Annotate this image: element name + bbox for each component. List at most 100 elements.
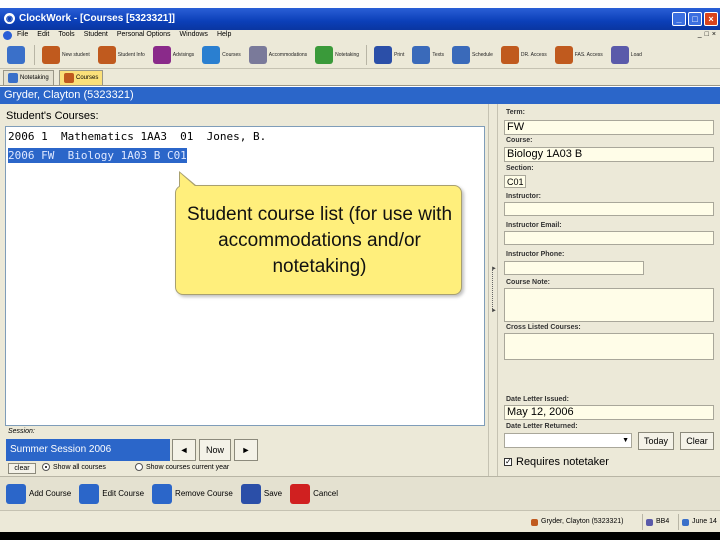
session-label: Session: <box>8 428 35 435</box>
clockwork-app-icon[interactable]: ◉ <box>4 13 15 24</box>
clear-date-button[interactable]: Clear <box>680 432 714 450</box>
chevron-down-icon[interactable]: ▼ <box>622 434 629 447</box>
date-returned-label: Date Letter Returned: <box>506 423 578 430</box>
section-field[interactable]: C01 <box>504 175 526 188</box>
requires-notetaker-checkbox[interactable]: ✓ Requires notetaker <box>504 456 609 468</box>
course-note-label: Course Note: <box>506 279 550 286</box>
status-date-text: June 14 <box>692 518 717 525</box>
toolbar-button-fas-access[interactable]: FAS. Access <box>552 43 606 67</box>
panel-splitter[interactable]: ► ► <box>488 104 498 476</box>
instructor-field[interactable] <box>504 202 714 216</box>
texts-icon <box>412 45 431 64</box>
status-code: BB4 <box>642 514 669 530</box>
toolbar-button-accommodations[interactable]: Accommodations <box>246 43 310 67</box>
toolbar-button-load[interactable]: Load <box>608 43 645 67</box>
course-field[interactable]: Biology 1A03 B <box>504 147 714 162</box>
date-issued-label: Date Letter Issued: <box>506 396 570 403</box>
menu-edit[interactable]: Edit <box>37 31 49 38</box>
save-button[interactable]: Save <box>240 483 282 504</box>
term-label: Term: <box>506 109 525 116</box>
instructor-email-label: Instructor Email: <box>506 222 562 229</box>
mdi-restore-button[interactable]: □ <box>705 31 709 38</box>
toolbar-button-label: Texts <box>432 51 445 58</box>
date-issued-field[interactable]: May 12, 2006 <box>504 405 714 420</box>
status-code-text: BB4 <box>656 518 670 525</box>
instructor-label: Instructor: <box>506 193 541 200</box>
menu-help[interactable]: Help <box>217 31 231 38</box>
toolbar-button-label: Advisings <box>172 51 195 58</box>
show-current-year-radio[interactable]: Show courses current year <box>135 463 229 471</box>
close-button[interactable]: × <box>704 12 718 26</box>
advisings-icon <box>152 45 171 64</box>
term-field[interactable]: FW <box>504 120 714 135</box>
radio-selected-icon <box>42 463 50 471</box>
action-bar: Add Course Edit Course Remove Course Save Ca… <box>0 476 720 510</box>
toolbar-button-label: FAS. Access <box>574 51 603 58</box>
toolbar-button-print[interactable]: Print <box>371 43 407 67</box>
courses-icon <box>64 73 74 83</box>
toolbar-button-advisings[interactable]: Advisings <box>150 43 197 67</box>
menu-personal-options[interactable]: Personal Options <box>117 31 171 38</box>
status-bar: Gryder, Clayton (5323321) BB4 June 14 <box>0 510 720 532</box>
edit-course-icon <box>79 483 100 504</box>
toolbar-button-label: Accommodations <box>268 51 308 58</box>
course-row[interactable]: 2006 1 Mathematics 1AA3 01 Jones, B. <box>8 129 266 144</box>
clear-filter-button[interactable]: clear <box>8 463 36 474</box>
minimize-button[interactable]: _ <box>672 12 686 26</box>
cancel-button[interactable]: Cancel <box>290 483 338 504</box>
menu-windows[interactable]: Windows <box>180 31 208 38</box>
menu-file[interactable]: File <box>17 31 28 38</box>
date-returned-dropdown[interactable]: ▼ <box>504 433 632 448</box>
load-icon <box>610 45 629 64</box>
splitter-grip[interactable] <box>492 269 495 309</box>
maximize-button[interactable]: □ <box>688 12 702 26</box>
add-course-icon <box>6 483 26 504</box>
menu-student[interactable]: Student <box>84 31 108 38</box>
toolbar-button-label: Print <box>394 51 405 58</box>
add-course-button[interactable]: Add Course <box>6 483 71 504</box>
toolbar-button-courses[interactable]: Courses <box>199 43 244 67</box>
edit-course-label: Edit Course <box>102 489 145 498</box>
toolbar-button-dr-access[interactable]: DR. Access <box>498 43 550 67</box>
notetaking-icon <box>315 45 334 64</box>
menu-tools[interactable]: Tools <box>58 31 74 38</box>
mdi-close-button[interactable]: × <box>712 31 716 38</box>
remove-course-label: Remove Course <box>175 489 233 498</box>
status-user-text: Gryder, Clayton (5323321) <box>541 518 624 525</box>
instructor-phone-field[interactable] <box>504 261 644 275</box>
session-value[interactable]: Summer Session 2006 <box>6 439 170 461</box>
today-button[interactable]: Today <box>638 432 674 450</box>
callout-text: Student course list (for use with accomm… <box>186 204 453 277</box>
toolbar-button-student-info[interactable]: Student Info <box>95 43 148 67</box>
show-all-courses-radio[interactable]: Show all courses <box>42 463 106 471</box>
document-system-icon[interactable] <box>3 31 12 40</box>
next-session-button[interactable]: ► <box>234 439 258 461</box>
tab-notetaking[interactable]: Notetaking <box>3 70 54 85</box>
instructor-email-field[interactable] <box>504 231 714 245</box>
cross-listed-field[interactable] <box>504 333 714 360</box>
mdi-minimize-button[interactable]: _ <box>698 31 702 38</box>
toolbar-button-label: Notetaking <box>335 51 360 58</box>
toolbar-button-schedule[interactable]: Schedule <box>449 43 496 67</box>
remove-course-icon <box>152 483 173 504</box>
course-note-field[interactable] <box>504 288 714 322</box>
fas-access-icon <box>554 45 573 64</box>
student-courses-label: Student's Courses: <box>6 110 99 122</box>
annotation-callout: Student course list (for use with accomm… <box>175 171 462 295</box>
toolbar-button-texts[interactable]: Texts <box>409 43 447 67</box>
main-toolbar: New student Student Info Advisings Courses A… <box>0 41 720 69</box>
toolbar-button-label: Courses <box>222 51 241 58</box>
remove-course-button[interactable]: Remove Course <box>152 483 233 504</box>
cross-listed-label: Cross Listed Courses: <box>506 324 581 331</box>
radio-empty-icon <box>135 463 143 471</box>
tab-courses[interactable]: Courses <box>59 70 104 85</box>
toolbar-button-notetaking[interactable]: Notetaking <box>312 43 362 67</box>
course-row-selected[interactable]: 2006 FW Biology 1A03 B C01 <box>8 148 187 163</box>
toolbar-button-clock[interactable] <box>4 43 30 67</box>
edit-course-button[interactable]: Edit Course <box>79 483 145 504</box>
previous-session-button[interactable]: ◄ <box>172 439 196 461</box>
expand-arrow-icon[interactable]: ► <box>491 308 497 314</box>
instructor-phone-label: Instructor Phone: <box>506 251 565 258</box>
toolbar-button-new-student[interactable]: New student <box>39 43 93 67</box>
now-button[interactable]: Now <box>199 439 231 461</box>
